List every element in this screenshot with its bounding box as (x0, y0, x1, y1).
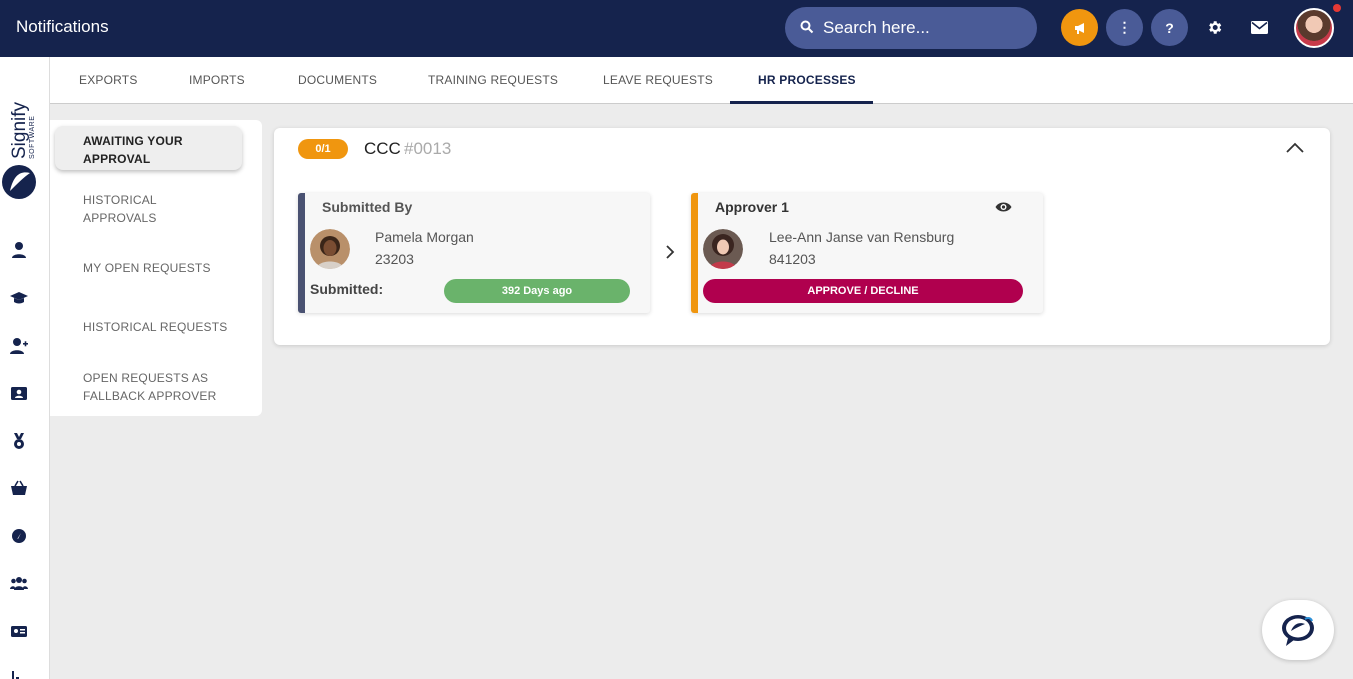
search-icon (800, 20, 814, 34)
submitted-by-box: Submitted By Pamela Morgan 23203 Submitt… (298, 193, 650, 313)
chevron-right-icon (666, 245, 675, 259)
gear-icon[interactable] (1206, 19, 1223, 36)
graduation-cap-icon[interactable] (10, 289, 28, 307)
id-card-icon[interactable] (10, 622, 28, 640)
submitted-by-heading: Submitted By (322, 199, 413, 215)
mail-icon[interactable] (1251, 21, 1268, 34)
approver-employee-no: 841203 (769, 251, 816, 267)
process-name: CCC (364, 139, 401, 158)
logo-text: Signify (9, 101, 30, 159)
help-button[interactable]: ? (1151, 9, 1188, 46)
search-box[interactable] (785, 7, 1037, 49)
subnav-label-line1: HISTORICAL (83, 193, 157, 207)
more-options-button[interactable]: ⋮ (1106, 9, 1143, 46)
progress-badge: 0/1 (298, 139, 348, 159)
subnav-label-line2: FALLBACK APPROVER (83, 389, 217, 403)
active-tab-indicator (730, 101, 873, 104)
chevron-up-icon[interactable] (1285, 140, 1305, 154)
subnav-label-line1: HISTORICAL REQUESTS (83, 320, 228, 334)
approver-box: Approver 1 Lee-Ann Janse van Rensburg 84… (691, 193, 1043, 313)
eye-icon[interactable] (995, 201, 1012, 213)
notification-dot (1333, 4, 1341, 12)
tab-exports[interactable]: EXPORTS (79, 73, 138, 87)
subnav-my-open-requests[interactable]: MY OPEN REQUESTS (83, 259, 211, 277)
signify-logo: Signify SOFTWARE (2, 101, 36, 199)
subnav-label-line2: APPROVAL (83, 152, 151, 166)
chat-bubble-icon (1282, 615, 1314, 646)
basket-icon[interactable] (10, 479, 28, 497)
tab-hr-processes[interactable]: HR PROCESSES (758, 73, 856, 87)
id-badge-icon[interactable] (10, 384, 28, 402)
tab-training-requests[interactable]: TRAINING REQUESTS (428, 73, 558, 87)
team-icon[interactable] (10, 574, 28, 592)
submitted-age-badge: 392 Days ago (444, 279, 630, 303)
approver-name: Lee-Ann Janse van Rensburg (769, 229, 955, 245)
page-title: Notifications (16, 17, 109, 36)
submitter-name: Pamela Morgan (375, 229, 474, 245)
chart-icon[interactable] (10, 669, 28, 679)
compass-icon[interactable] (10, 527, 28, 545)
subnav-historical-approvals[interactable]: HISTORICAL APPROVALS (83, 191, 157, 227)
subnav-awaiting-approval[interactable]: AWAITING YOUR APPROVAL (83, 132, 183, 168)
add-person-icon[interactable] (10, 337, 28, 355)
user-avatar[interactable] (1294, 8, 1334, 48)
search-input[interactable] (823, 17, 1023, 39)
icon-rail: Signify SOFTWARE (0, 57, 50, 679)
process-number: #0013 (404, 139, 452, 158)
person-icon[interactable] (10, 241, 28, 259)
tab-documents[interactable]: DOCUMENTS (298, 73, 377, 87)
help-icon: ? (1165, 19, 1174, 36)
tab-bar: EXPORTS IMPORTS DOCUMENTS TRAINING REQUE… (50, 57, 1353, 104)
subnav-label-line2: APPROVALS (83, 211, 157, 225)
more-icon: ⋮ (1117, 19, 1132, 35)
subnav-label-line1: MY OPEN REQUESTS (83, 261, 211, 275)
approve-decline-button[interactable]: APPROVE / DECLINE (703, 279, 1023, 303)
approver-avatar (703, 229, 743, 269)
announcements-button[interactable] (1061, 9, 1098, 46)
subnav-historical-requests[interactable]: HISTORICAL REQUESTS (83, 318, 228, 336)
approval-subnav: AWAITING YOUR APPROVAL HISTORICAL APPROV… (50, 120, 262, 416)
approver-heading: Approver 1 (715, 199, 789, 215)
subnav-label-line1: AWAITING YOUR (83, 134, 183, 148)
subnav-label-line1: OPEN REQUESTS AS (83, 371, 209, 385)
submitter-employee-no: 23203 (375, 251, 414, 267)
megaphone-icon (1074, 22, 1084, 34)
top-bar: Notifications ⋮ ? (0, 0, 1353, 57)
tab-imports[interactable]: IMPORTS (189, 73, 245, 87)
submitter-avatar (310, 229, 350, 269)
medal-icon[interactable] (10, 432, 28, 450)
submitted-label: Submitted: (310, 281, 384, 297)
logo-subtext: SOFTWARE (29, 116, 36, 159)
hr-process-card: 0/1 CCC #0013 Submitted By Pamela Morgan… (274, 128, 1330, 345)
subnav-fallback-approver[interactable]: OPEN REQUESTS AS FALLBACK APPROVER (83, 369, 216, 405)
tab-leave-requests[interactable]: LEAVE REQUESTS (603, 73, 713, 87)
chat-widget-button[interactable] (1262, 600, 1334, 660)
